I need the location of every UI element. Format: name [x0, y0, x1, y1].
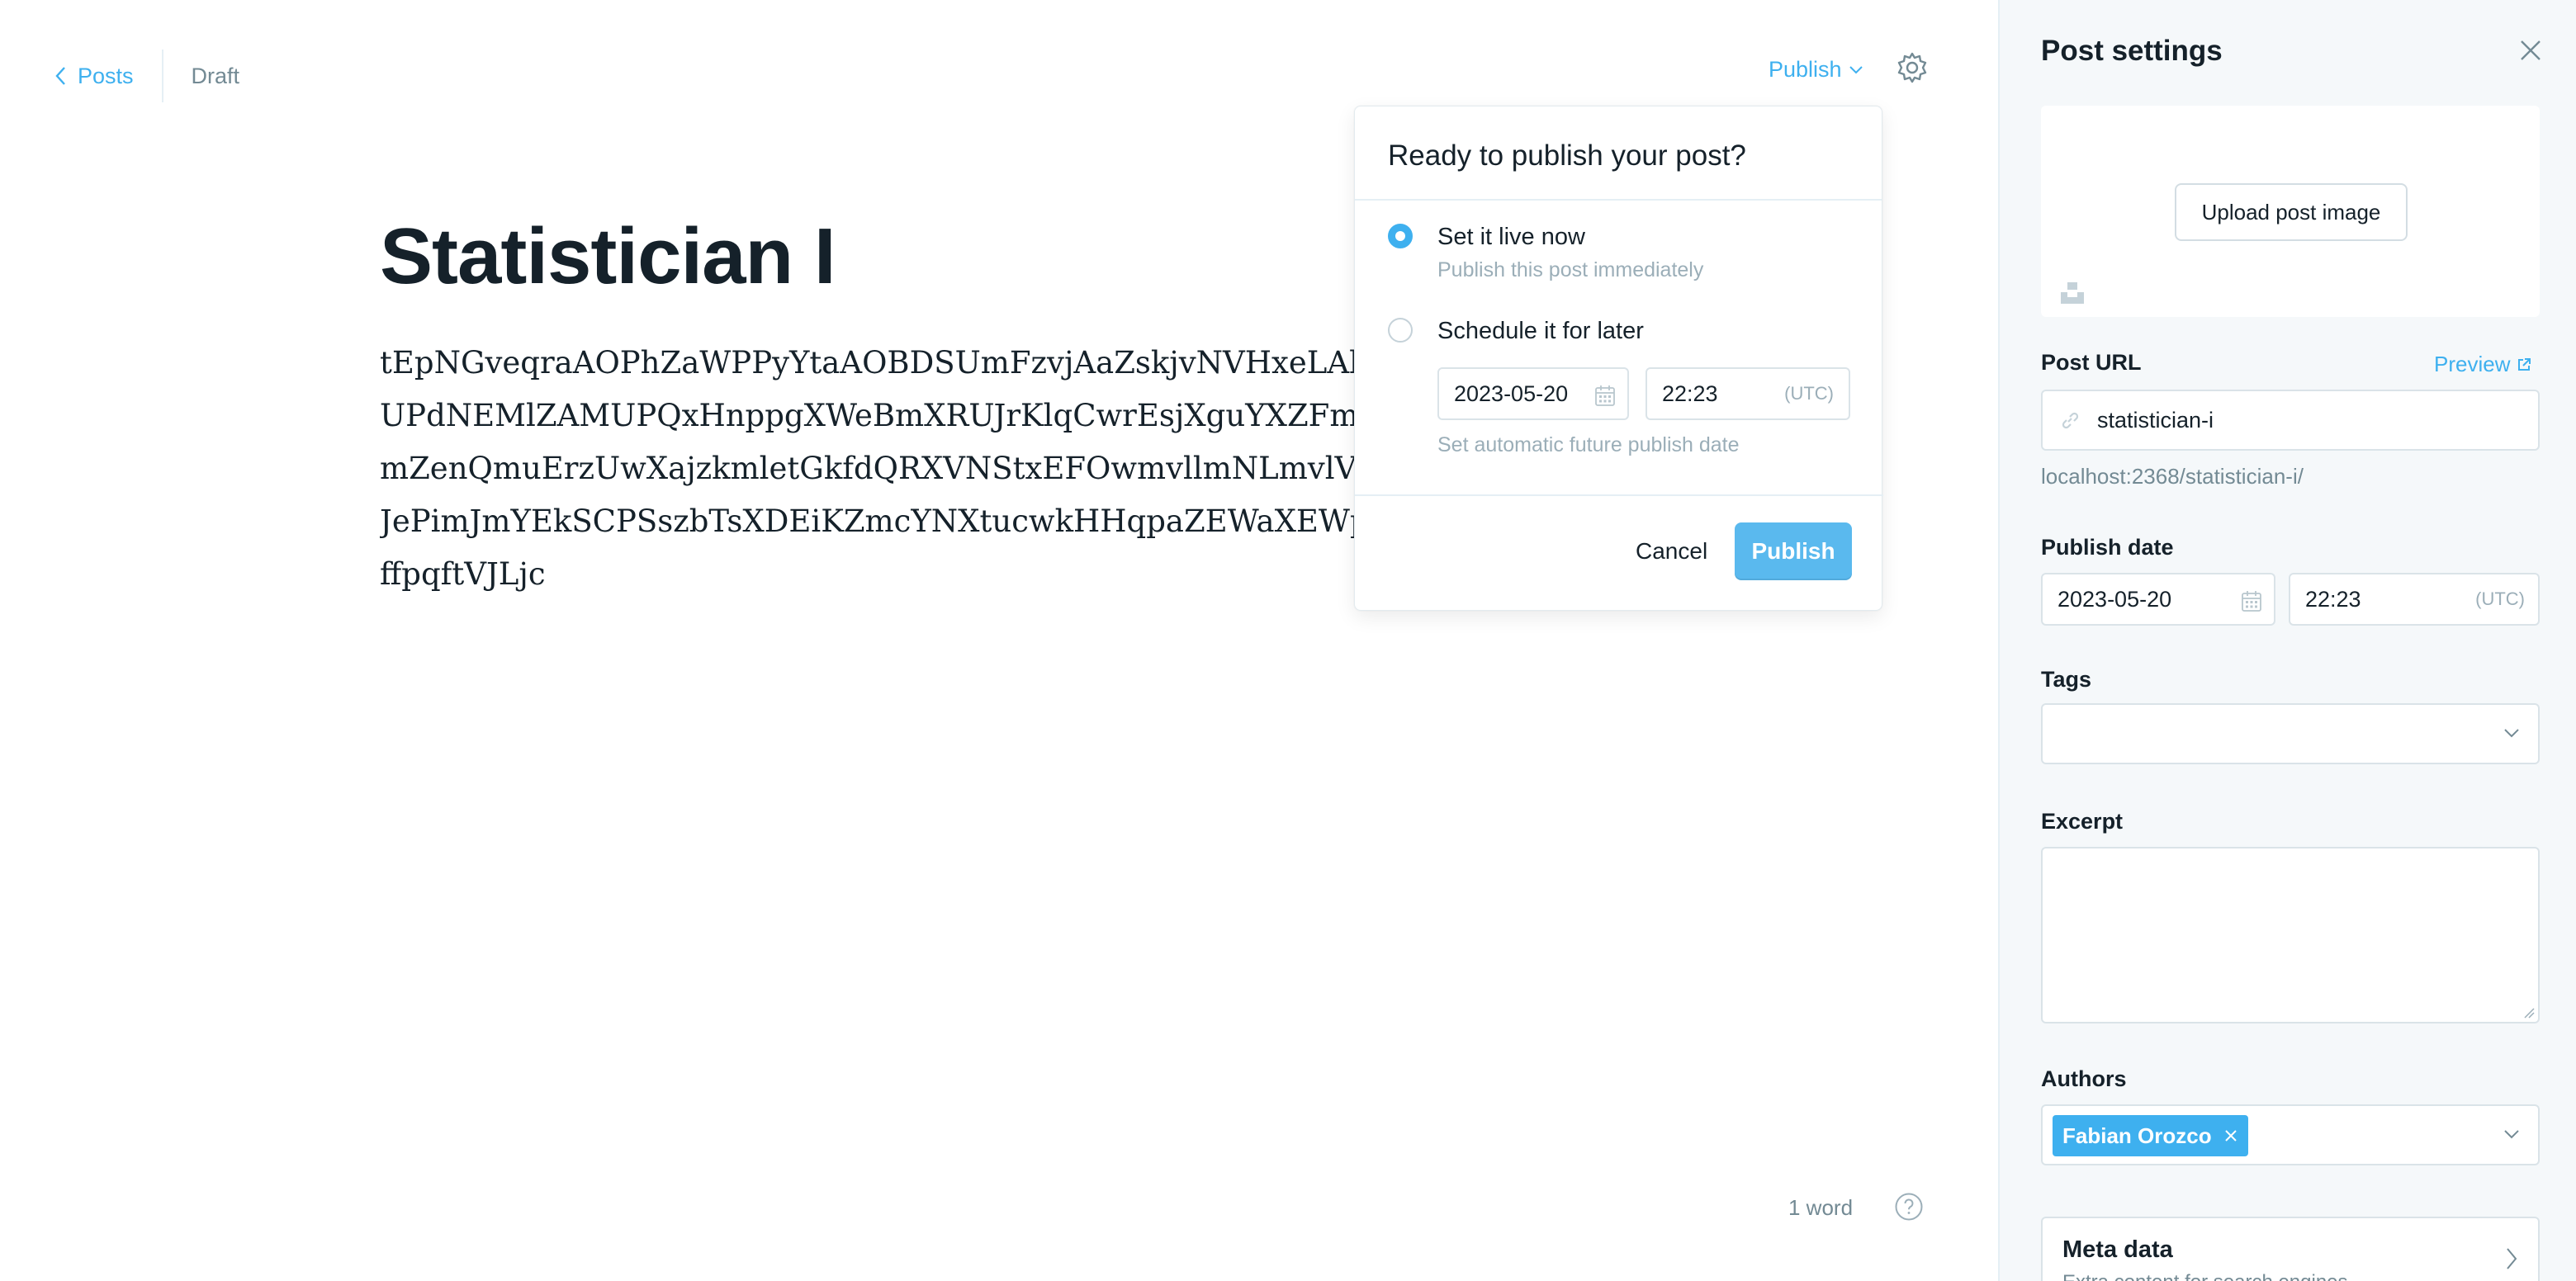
publish-button[interactable]: Publish: [1735, 522, 1852, 580]
author-name: Fabian Orozco: [2062, 1123, 2212, 1148]
post-body-line: ffpqftVJLjc: [380, 556, 546, 592]
option-now-title[interactable]: Set it live now: [1437, 224, 1585, 251]
schedule-date-input[interactable]: 2023-05-20: [1437, 367, 1629, 420]
panel-title: Post settings: [2041, 35, 2223, 67]
link-icon: [2062, 412, 2079, 429]
publish-menu-trigger[interactable]: Publish: [1769, 54, 1863, 84]
publish-date-input[interactable]: 2023-05-20: [2041, 573, 2275, 626]
post-url-label: Post URL: [2041, 350, 2142, 375]
chevron-down-icon: [1849, 66, 1863, 74]
post-body-line: mZenQmuErzUwXajzkmletGkfdQRXVNStxEFOwmvl…: [380, 451, 1378, 486]
publish-dropdown-heading: Ready to publish your post?: [1355, 106, 1882, 201]
resize-handle-icon[interactable]: [2523, 1007, 2535, 1019]
publish-date-value: 2023-05-20: [2057, 586, 2172, 612]
authors-label: Authors: [2041, 1066, 2127, 1091]
post-url-value: statistician-i: [2097, 407, 2214, 433]
preview-label: Preview: [2434, 352, 2511, 376]
post-settings-panel: Post settings Upload post image Post URL…: [1998, 0, 2576, 1281]
publish-time-value: 22:23: [2305, 586, 2361, 612]
post-title[interactable]: Statistician I: [380, 211, 836, 302]
tags-label: Tags: [2041, 667, 2092, 692]
upload-post-image-button[interactable]: Upload post image: [2175, 183, 2408, 241]
back-to-posts-link[interactable]: Posts: [54, 64, 134, 89]
post-status: Draft: [191, 63, 240, 88]
excerpt-textarea[interactable]: [2041, 847, 2540, 1023]
post-body-line: UPdNEMlZAMUPQxHnppgXWeBmXRUJrKlqCwrEsjXg…: [380, 398, 1359, 433]
publish-trigger-label: Publish: [1769, 56, 1842, 82]
meta-data-subtitle: Extra content for search engines: [2062, 1271, 2348, 1281]
word-count: 1 word: [1788, 1195, 1854, 1220]
settings-gear-icon[interactable]: [1896, 51, 1929, 84]
authors-input[interactable]: Fabian Orozco: [2041, 1104, 2540, 1165]
radio-set-live-now[interactable]: [1388, 224, 1413, 248]
publish-time-input[interactable]: 22:23 (UTC): [2289, 573, 2540, 626]
timezone-label: (UTC): [1784, 383, 1834, 404]
schedule-time-input[interactable]: 22:23 (UTC): [1646, 367, 1850, 420]
preview-link[interactable]: Preview: [2434, 352, 2531, 377]
post-url-field[interactable]: statistician-i: [2041, 390, 2540, 451]
publish-date-label: Publish date: [2041, 535, 2174, 560]
schedule-date-value: 2023-05-20: [1454, 381, 1569, 406]
chevron-right-icon: [2507, 1248, 2517, 1269]
topbar-divider: [161, 50, 163, 102]
calendar-icon[interactable]: [2241, 589, 2262, 612]
option-later-title[interactable]: Schedule it for later: [1437, 318, 1644, 345]
remove-author-icon[interactable]: [2223, 1128, 2238, 1143]
schedule-time-value: 22:23: [1662, 381, 1718, 406]
publish-dropdown-footer: Cancel Publish: [1355, 494, 1883, 612]
post-body-line: tEpNGveqraAOPhZaWPPyYtaAOBDSUmFzvjAaZskj…: [380, 345, 1379, 381]
author-chip[interactable]: Fabian Orozco: [2053, 1115, 2248, 1156]
calendar-icon[interactable]: [1594, 384, 1616, 407]
radio-schedule-later[interactable]: [1388, 318, 1413, 343]
external-link-icon: [2518, 357, 2531, 371]
post-image-area: Upload post image: [2041, 106, 2540, 317]
cancel-button[interactable]: Cancel: [1627, 522, 1716, 580]
chevron-left-icon: [55, 67, 65, 85]
publish-dropdown: Ready to publish your post? Set it live …: [1354, 106, 1883, 612]
timezone-label: (UTC): [2475, 589, 2525, 609]
chevron-down-icon: [2504, 729, 2519, 738]
close-icon[interactable]: [2518, 38, 2543, 63]
editor-topbar: Posts Draft: [54, 50, 239, 102]
editor-area: Posts Draft Publish Statistician I tEpNG…: [0, 0, 1998, 1281]
chevron-down-icon: [2504, 1130, 2519, 1139]
schedule-hint: Set automatic future publish date: [1437, 433, 1740, 456]
post-body-line: JePimJmYEkSCPSszbTsXDEiKZmcYNXtucwkHHqpa…: [380, 503, 1370, 539]
meta-data-item[interactable]: Meta data Extra content for search engin…: [2041, 1217, 2540, 1281]
unsplash-icon[interactable]: [2059, 281, 2086, 305]
help-icon[interactable]: [1894, 1192, 1924, 1222]
full-url-hint: localhost:2368/statistician-i/: [2041, 464, 2304, 489]
tags-input[interactable]: [2041, 703, 2540, 764]
option-now-subtitle: Publish this post immediately: [1437, 258, 1704, 281]
back-link-label: Posts: [78, 63, 134, 88]
excerpt-label: Excerpt: [2041, 809, 2124, 834]
meta-data-title: Meta data: [2062, 1236, 2173, 1263]
post-body[interactable]: tEpNGveqraAOPhZaWPPyYtaAOBDSUmFzvjAaZskj…: [380, 337, 1379, 609]
